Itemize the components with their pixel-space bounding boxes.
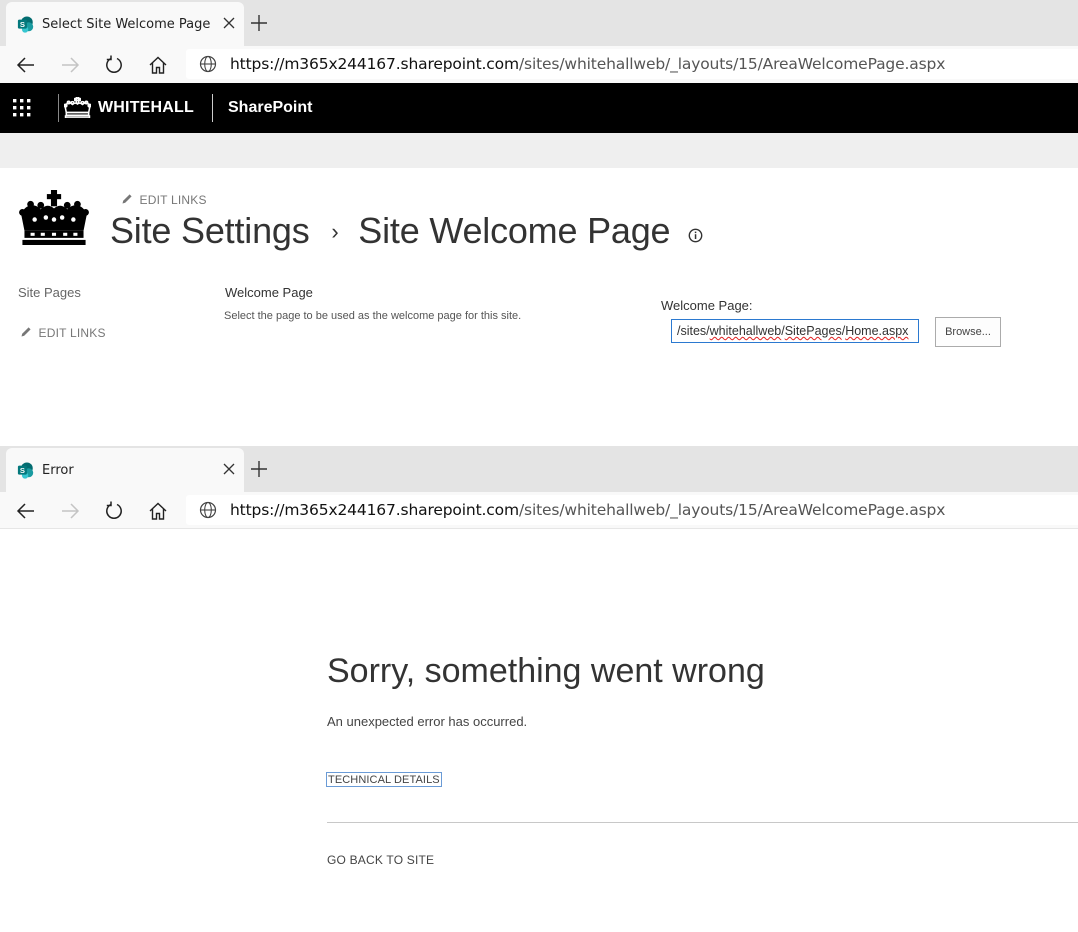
close-icon[interactable] bbox=[222, 16, 236, 30]
back-arrow-icon[interactable] bbox=[16, 55, 36, 75]
address-bar-row: https://m365x244167.sharepoint.com/sites… bbox=[0, 46, 1078, 83]
browser-tab[interactable]: Error bbox=[6, 448, 244, 493]
brand-name[interactable]: WHITEHALL bbox=[98, 99, 194, 117]
refresh-icon[interactable] bbox=[104, 501, 124, 521]
edit-links-label: EDIT LINKS bbox=[139, 193, 207, 207]
address-bar-row: https://m365x244167.sharepoint.com/sites… bbox=[0, 492, 1078, 529]
tab-strip: Select Site Welcome Page bbox=[0, 0, 1078, 47]
left-nav-edit-links[interactable]: EDIT LINKS bbox=[20, 326, 106, 340]
crown-icon bbox=[64, 97, 91, 118]
sharepoint-icon bbox=[17, 462, 34, 479]
back-arrow-icon[interactable] bbox=[16, 501, 36, 521]
pencil-icon bbox=[122, 194, 132, 204]
crown-icon[interactable] bbox=[18, 190, 90, 245]
go-back-to-site-link[interactable]: GO BACK TO SITE bbox=[327, 853, 434, 867]
tab-title: Error bbox=[42, 463, 74, 478]
breadcrumb-separator: › bbox=[331, 219, 339, 244]
home-icon[interactable] bbox=[148, 501, 168, 521]
breadcrumb-site-settings[interactable]: Site Settings bbox=[110, 210, 310, 251]
suite-bar: WHITEHALL SharePoint bbox=[0, 83, 1078, 133]
chrome-divider bbox=[0, 528, 1078, 529]
home-icon[interactable] bbox=[148, 55, 168, 75]
sharepoint-icon bbox=[17, 16, 34, 33]
refresh-icon[interactable] bbox=[104, 55, 124, 75]
edit-links-label: EDIT LINKS bbox=[38, 326, 106, 340]
tab-title: Select Site Welcome Page bbox=[42, 17, 211, 32]
info-icon[interactable] bbox=[688, 228, 703, 243]
welcome-page-description: Select the page to be used as the welcom… bbox=[224, 310, 522, 322]
url-text: https://m365x244167.sharepoint.com/sites… bbox=[230, 501, 946, 519]
plus-icon[interactable] bbox=[250, 14, 268, 32]
welcome-page-heading: Welcome Page bbox=[225, 285, 313, 300]
error-message: An unexpected error has occurred. bbox=[327, 714, 528, 729]
pencil-icon bbox=[21, 327, 31, 337]
tab-strip: Error bbox=[0, 446, 1078, 493]
url-field[interactable]: https://m365x244167.sharepoint.com/sites… bbox=[186, 495, 1078, 525]
url-text: https://m365x244167.sharepoint.com/sites… bbox=[230, 55, 946, 73]
technical-details-link[interactable]: TECHNICAL DETAILS bbox=[326, 772, 442, 787]
globe-icon[interactable] bbox=[199, 501, 217, 519]
close-icon[interactable] bbox=[222, 462, 236, 476]
page-title: Site Welcome Page bbox=[358, 210, 671, 251]
app-name[interactable]: SharePoint bbox=[228, 99, 312, 117]
forward-arrow-icon[interactable] bbox=[60, 501, 80, 521]
suite-divider bbox=[212, 94, 213, 122]
welcome-page-input[interactable]: /sites/whitehallweb/SitePages/Home.aspx bbox=[671, 319, 919, 343]
page-title-row: Site Settings › Site Welcome Page bbox=[110, 210, 703, 252]
forward-arrow-icon[interactable] bbox=[60, 55, 80, 75]
url-field[interactable]: https://m365x244167.sharepoint.com/sites… bbox=[186, 49, 1078, 79]
plus-icon[interactable] bbox=[250, 460, 268, 478]
command-strip bbox=[0, 133, 1078, 168]
browse-button[interactable]: Browse... bbox=[935, 317, 1001, 347]
error-title: Sorry, something went wrong bbox=[327, 652, 765, 690]
left-nav-site-pages[interactable]: Site Pages bbox=[18, 285, 81, 300]
divider bbox=[327, 822, 1078, 823]
header-edit-links[interactable]: EDIT LINKS bbox=[121, 193, 207, 207]
waffle-icon[interactable] bbox=[13, 99, 31, 117]
suite-separator bbox=[58, 94, 59, 122]
globe-icon[interactable] bbox=[199, 55, 217, 73]
browser-tab[interactable]: Select Site Welcome Page bbox=[6, 2, 244, 47]
welcome-page-field-label: Welcome Page: bbox=[661, 298, 753, 313]
